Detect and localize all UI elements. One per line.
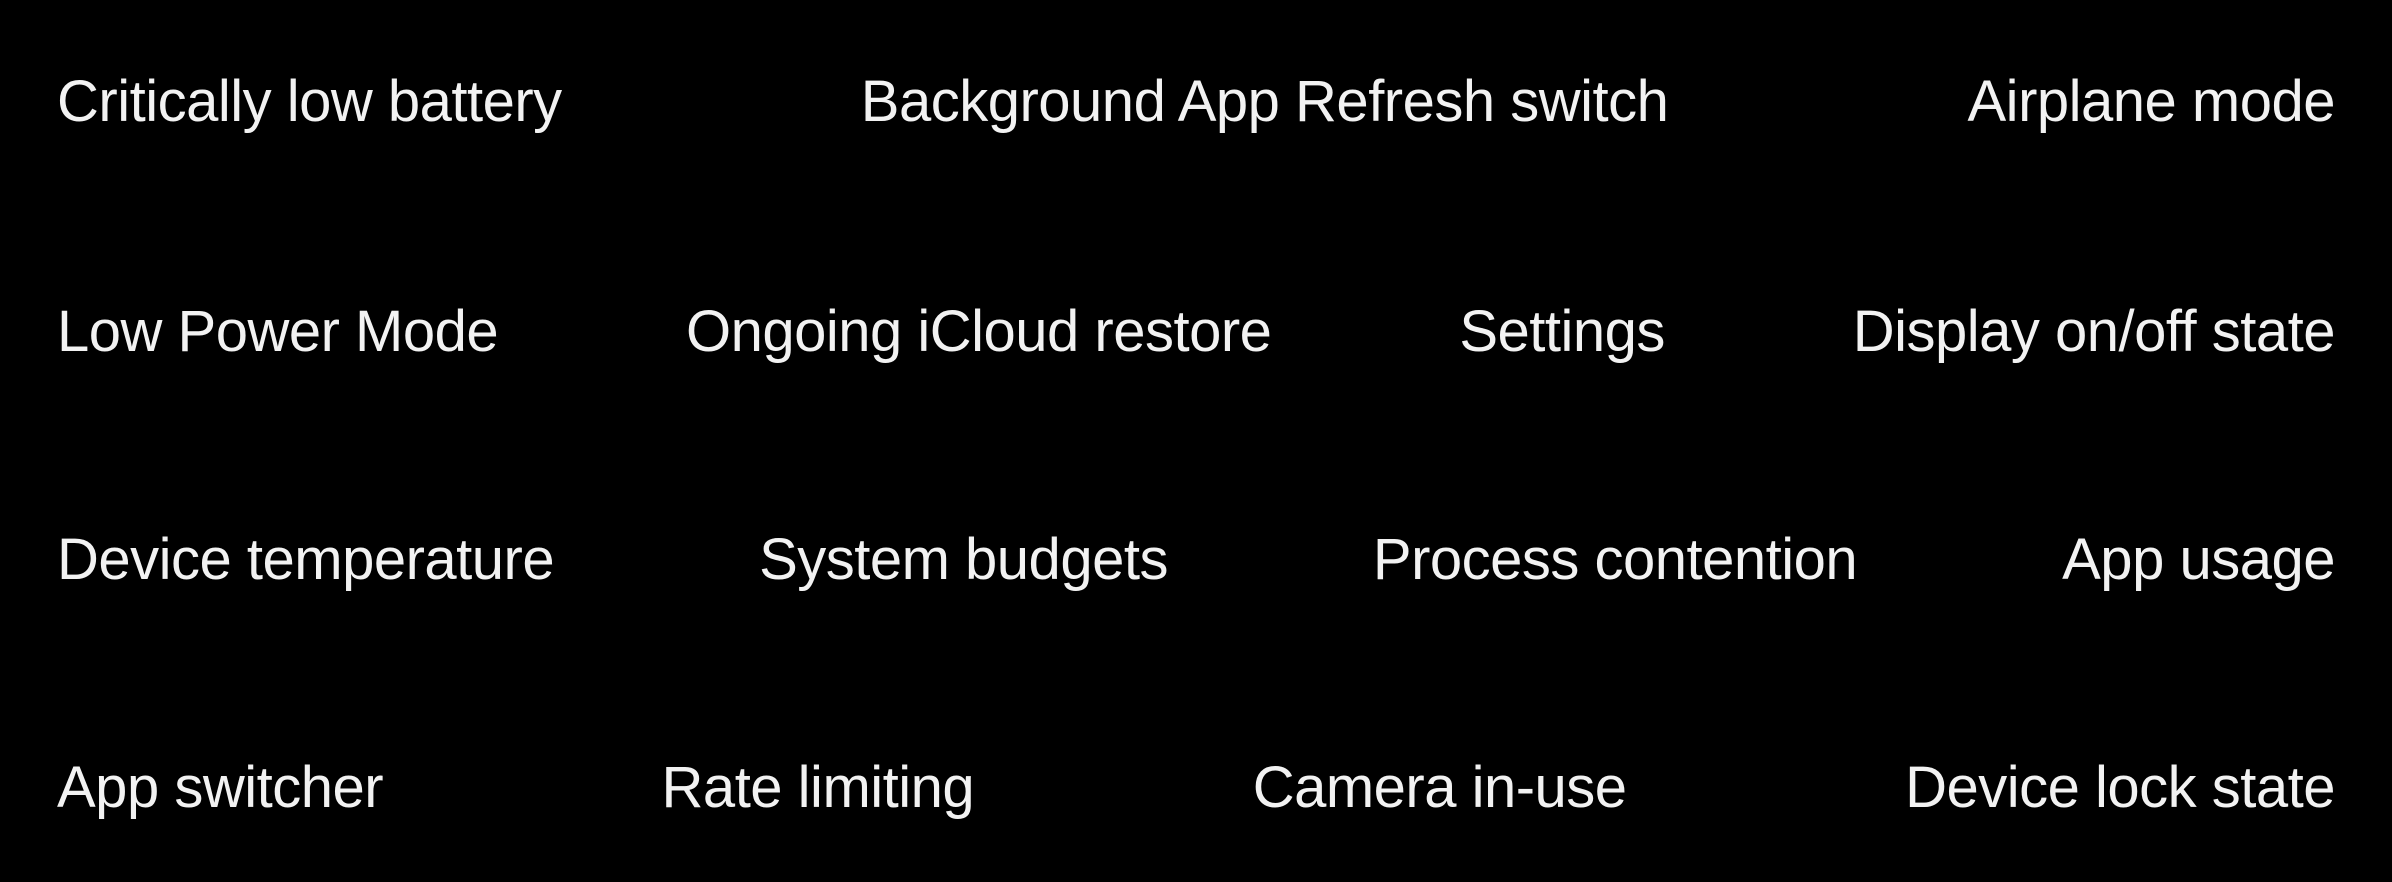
factor-row: App switcher Rate limiting Camera in-use… xyxy=(57,748,2335,828)
factor-term: Ongoing iCloud restore xyxy=(685,299,1272,364)
factor-term: Low Power Mode xyxy=(57,299,499,364)
factor-term: System budgets xyxy=(759,527,1168,592)
factor-term: App usage xyxy=(2062,527,2335,592)
factor-row: Low Power Mode Ongoing iCloud restore Se… xyxy=(57,292,2335,372)
factor-term: Device lock state xyxy=(1905,755,2335,820)
factor-row: Critically low battery Background App Re… xyxy=(57,62,2335,142)
factor-term: Background App Refresh switch xyxy=(860,69,1669,134)
factor-list-slide: Critically low battery Background App Re… xyxy=(0,0,2392,882)
factor-row: Device temperature System budgets Proces… xyxy=(57,520,2335,600)
factor-term: Critically low battery xyxy=(57,69,562,134)
factor-term: Device temperature xyxy=(57,527,555,592)
factor-term: Settings xyxy=(1459,299,1665,364)
factor-term: App switcher xyxy=(57,755,384,820)
factor-term: Airplane mode xyxy=(1967,69,2336,134)
factor-term: Rate limiting xyxy=(661,755,975,820)
factor-term: Display on/off state xyxy=(1852,299,2336,364)
factor-term: Camera in-use xyxy=(1252,755,1627,820)
factor-term: Process contention xyxy=(1372,527,1858,592)
